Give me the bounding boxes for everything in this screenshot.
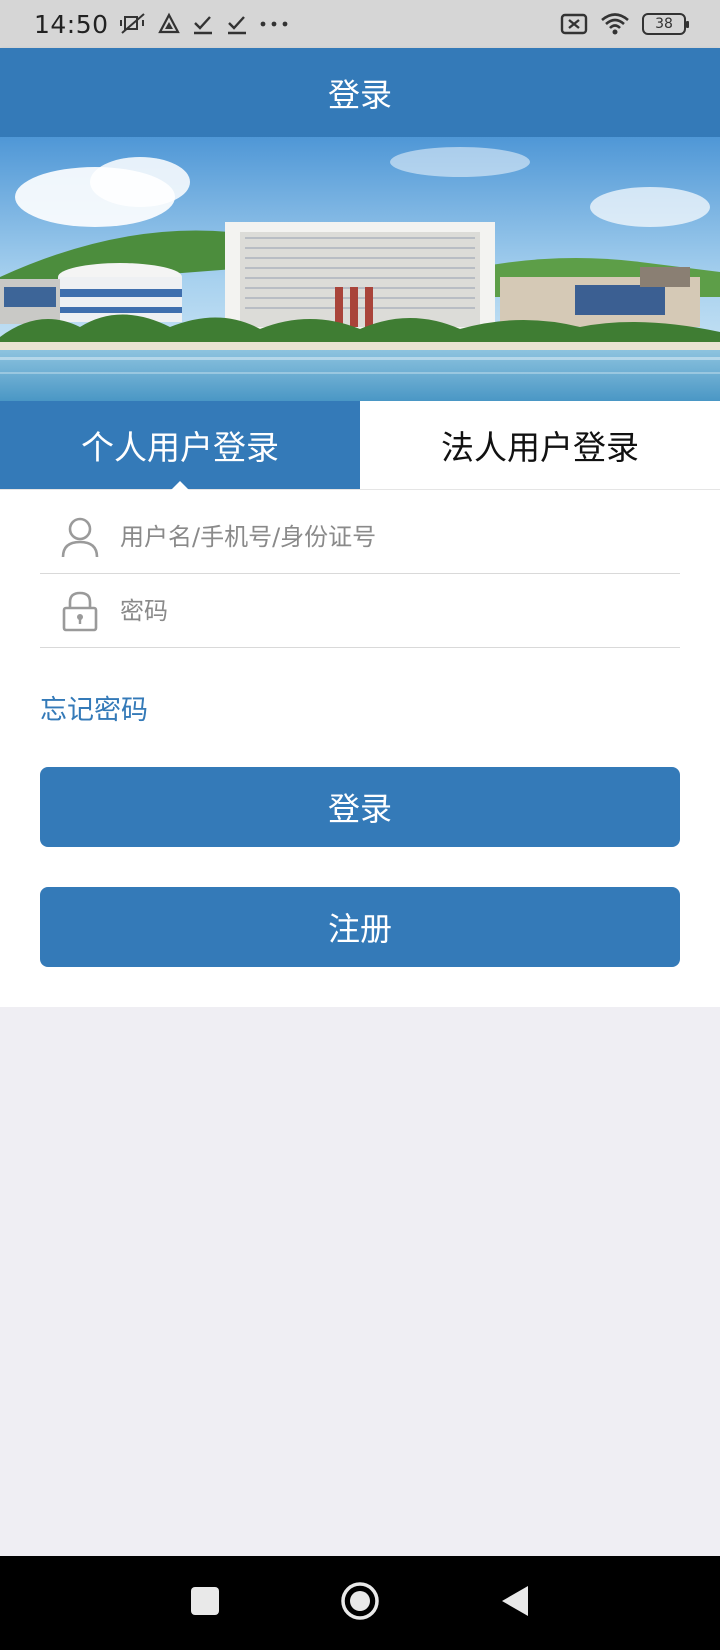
password-row — [40, 574, 680, 648]
status-time: 14:50 — [34, 9, 109, 39]
status-bar: 14:50 38 — [0, 0, 720, 48]
wifi-icon — [600, 12, 630, 36]
banner-image — [0, 137, 720, 401]
user-icon — [40, 515, 120, 559]
recent-apps-icon[interactable] — [190, 1586, 220, 1620]
download-done-icon — [225, 12, 249, 36]
back-icon[interactable] — [500, 1584, 530, 1622]
more-dots-icon — [259, 19, 289, 29]
username-row — [40, 500, 680, 574]
lock-icon — [40, 590, 120, 632]
system-navigation-bar — [0, 1556, 720, 1650]
battery-icon: 38 — [642, 13, 689, 35]
active-tab-indicator — [171, 481, 189, 490]
login-button[interactable]: 登录 — [40, 767, 680, 847]
login-form: 忘记密码 登录 注册 — [0, 490, 720, 1007]
tab-corporate-login-label: 法人用户登录 — [441, 428, 639, 467]
page-title: 登录 — [327, 75, 392, 114]
download-done-icon — [191, 12, 215, 36]
tab-corporate-login[interactable]: 法人用户登录 — [360, 401, 720, 489]
password-input[interactable] — [120, 596, 640, 625]
home-icon[interactable] — [340, 1581, 380, 1625]
login-type-tabs: 个人用户登录 法人用户登录 — [0, 401, 720, 490]
register-button[interactable]: 注册 — [40, 887, 680, 967]
tab-personal-login[interactable]: 个人用户登录 — [0, 401, 360, 490]
tab-personal-login-label: 个人用户登录 — [81, 428, 279, 467]
mute-vibrate-icon — [119, 11, 147, 37]
battery-level: 38 — [655, 16, 673, 32]
username-input[interactable] — [120, 522, 640, 551]
no-sim-icon — [560, 13, 588, 35]
navigation-icon — [157, 12, 181, 36]
header-bar: 登录 — [0, 48, 720, 137]
forgot-password-link[interactable]: 忘记密码 — [40, 688, 148, 727]
